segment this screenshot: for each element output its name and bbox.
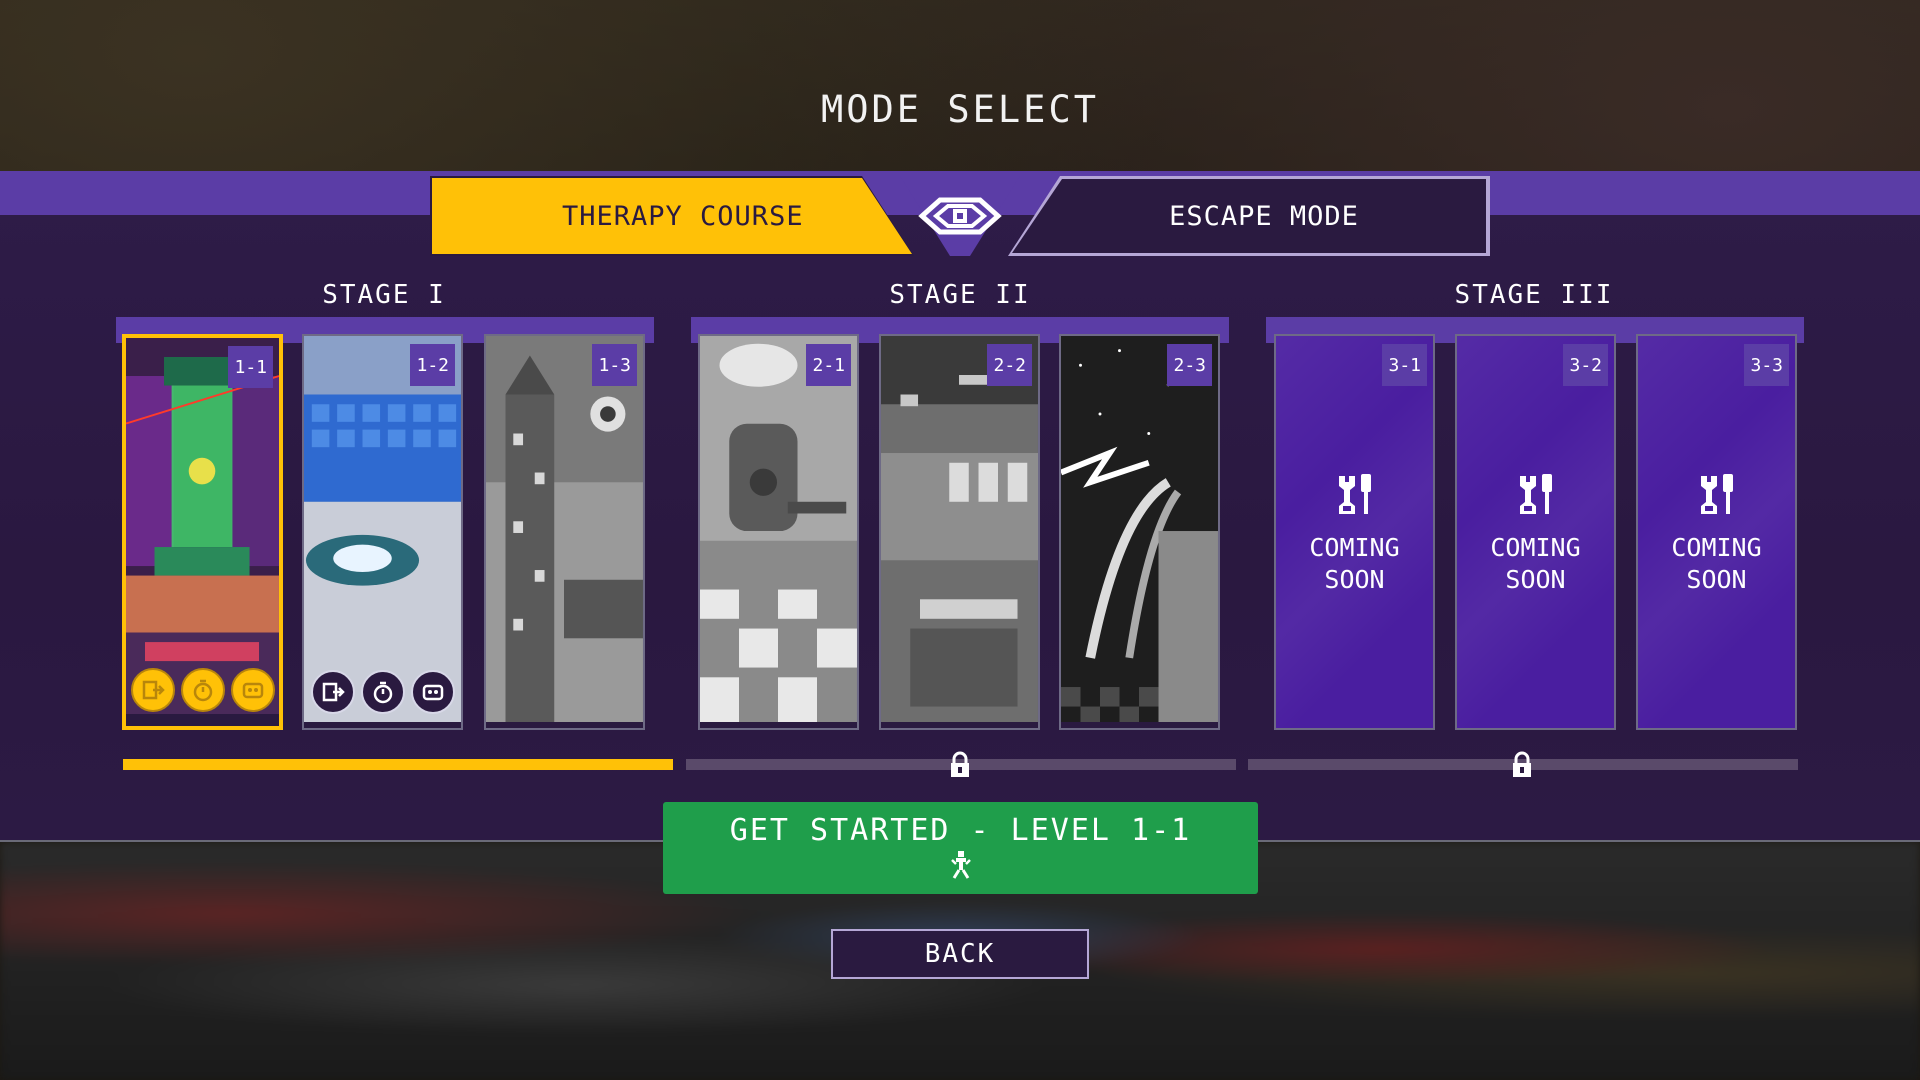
stage-1-progress-fill (123, 759, 673, 770)
level-1-3-preview (486, 336, 643, 723)
tools-icon (1700, 474, 1733, 514)
level-2-3-preview (1061, 336, 1218, 723)
eye-emblem-icon (918, 197, 1002, 235)
level-number: 3-3 (1744, 344, 1789, 386)
get-started-label: GET STARTED - LEVEL 1-1 (729, 812, 1192, 848)
level-badges (126, 668, 279, 712)
tab-therapy-course[interactable]: THERAPY COURSE (432, 178, 912, 254)
player-figure-icon (950, 850, 971, 879)
get-started-button[interactable]: GET STARTED - LEVEL 1-1 (663, 802, 1258, 894)
coming-soon-line-2: SOON (1505, 565, 1566, 594)
coming-soon-line-2: SOON (1324, 565, 1385, 594)
level-number: 1-2 (410, 344, 455, 386)
robot-badge-icon (230, 668, 275, 712)
level-1-2-preview (304, 336, 461, 723)
coming-soon-text: COMING SOON (1457, 532, 1614, 596)
robot-badge-icon (410, 670, 455, 714)
coming-soon-line-2: SOON (1686, 565, 1747, 594)
level-card-2-1[interactable]: 2-1 (698, 334, 859, 730)
tools-icon (1519, 474, 1552, 514)
level-card-3-3[interactable]: 3-3 COMING SOON (1636, 334, 1797, 730)
level-2-1-preview (700, 336, 857, 723)
exit-badge-icon (310, 670, 355, 714)
level-badges (304, 670, 461, 714)
level-number: 3-2 (1563, 344, 1608, 386)
level-number: 2-2 (987, 344, 1032, 386)
level-number: 1-1 (228, 346, 273, 388)
level-2-2-preview (881, 336, 1038, 723)
level-number: 1-3 (592, 344, 637, 386)
stage-1-label: STAGE I (322, 280, 446, 310)
coming-soon-text: COMING SOON (1638, 532, 1795, 596)
level-card-2-3[interactable]: 2-3 (1059, 334, 1220, 730)
lock-icon (1513, 751, 1531, 777)
tab-escape-mode[interactable]: ESCAPE MODE (1012, 179, 1486, 253)
page-title: MODE SELECT (820, 88, 1100, 131)
level-card-3-2[interactable]: 3-2 COMING SOON (1455, 334, 1616, 730)
timer-badge-icon (360, 670, 405, 714)
stage-2-label: STAGE II (889, 280, 1031, 310)
level-card-1-2[interactable]: 1-2 (302, 334, 463, 730)
coming-soon-line-1: COMING (1309, 533, 1400, 562)
coming-soon-line-1: COMING (1671, 533, 1762, 562)
timer-badge-icon (180, 668, 225, 712)
coming-soon-text: COMING SOON (1276, 532, 1433, 596)
level-card-2-2[interactable]: 2-2 (879, 334, 1040, 730)
stage-3-label: STAGE III (1454, 280, 1614, 310)
lock-icon (951, 751, 969, 777)
level-number: 2-1 (806, 344, 851, 386)
level-card-1-3[interactable]: 1-3 (484, 334, 645, 730)
level-1-1-preview (126, 338, 279, 715)
level-number: 3-1 (1382, 344, 1427, 386)
level-number: 2-3 (1167, 344, 1212, 386)
exit-badge-icon (130, 668, 175, 712)
level-card-3-1[interactable]: 3-1 COMING SOON (1274, 334, 1435, 730)
tools-icon (1338, 474, 1371, 514)
level-card-1-1[interactable]: 1-1 (122, 334, 283, 730)
coming-soon-line-1: COMING (1490, 533, 1581, 562)
back-button[interactable]: BACK (831, 929, 1089, 979)
stage-1-progress-track (123, 759, 673, 770)
